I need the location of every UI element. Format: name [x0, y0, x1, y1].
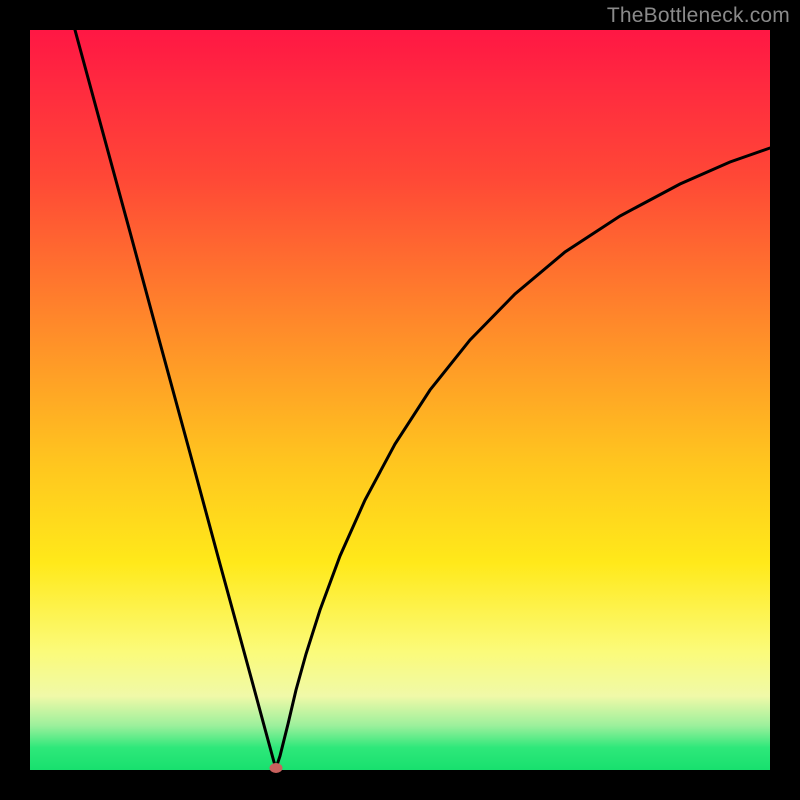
watermark-text: TheBottleneck.com — [607, 4, 790, 28]
optimal-point-marker — [270, 763, 283, 773]
chart-frame: TheBottleneck.com — [0, 0, 800, 800]
curve-path — [75, 30, 770, 768]
bottleneck-curve — [30, 30, 770, 770]
